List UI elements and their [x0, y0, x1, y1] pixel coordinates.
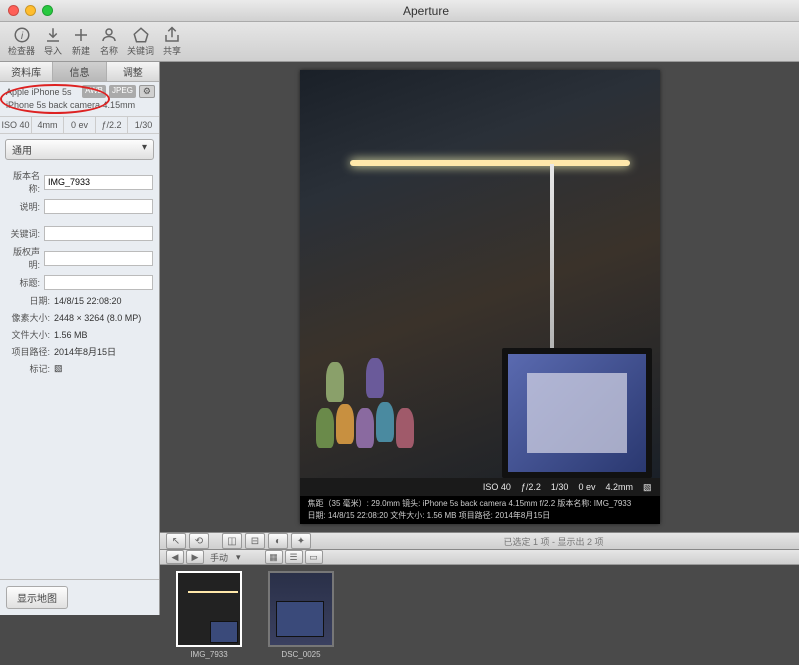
title-input[interactable] — [44, 275, 153, 290]
keywords-button[interactable]: 关键词 — [127, 26, 154, 57]
view-filmstrip-icon[interactable]: ▭ — [305, 550, 323, 564]
field-label: 像素大小: — [6, 311, 54, 324]
new-button[interactable]: 新建 — [71, 26, 91, 57]
caption-input[interactable] — [44, 199, 153, 214]
close-window-button[interactable] — [8, 5, 19, 16]
name-button[interactable]: 名称 — [99, 26, 119, 57]
overlay-focal: 4.2mm — [605, 482, 633, 492]
nav-prev-icon[interactable]: ◀ — [166, 550, 184, 564]
tab-adjust[interactable]: 调整 — [107, 62, 159, 81]
filesize-value: 1.56 MB — [54, 330, 153, 340]
badges-value: ▧ — [54, 363, 153, 374]
exif-ev: 0 ev — [64, 117, 96, 133]
straighten-tool-icon[interactable]: ◫ — [222, 533, 242, 549]
image-viewer[interactable]: ISO 40 ƒ/2.2 1/30 0 ev 4.2mm ▧ 焦距（35 毫米）… — [160, 62, 799, 532]
badge-icon: ▧ — [643, 482, 652, 493]
toolbar-label: 导入 — [44, 44, 62, 57]
cursor-mode-row: ◀ ▶ 手动 ▾ ▦ ☰ ▭ — [160, 550, 799, 565]
awb-badge: AWB — [82, 85, 106, 98]
selection-status: 已选定 1 项 - 显示出 2 项 — [314, 535, 793, 548]
field-label: 标记: — [6, 362, 54, 375]
field-label: 版本名称: — [6, 169, 44, 195]
date-value: 14/8/15 22:08:20 — [54, 296, 153, 306]
titlebar: Aperture — [0, 0, 799, 22]
import-button[interactable]: 导入 — [43, 26, 63, 57]
share-button[interactable]: 共享 — [162, 26, 182, 57]
overlay-ev: 0 ev — [578, 482, 595, 492]
field-label: 关键词: — [6, 227, 44, 240]
photo-preview — [300, 70, 660, 478]
inspector-button[interactable]: i 检查器 — [8, 26, 35, 57]
overlay-line2: 日期: 14/8/15 22:08:20 文件大小: 1.56 MB 项目路径:… — [308, 510, 652, 522]
nav-next-icon[interactable]: ▶ — [186, 550, 204, 564]
overlay-iso: ISO 40 — [483, 482, 511, 492]
minimize-window-button[interactable] — [25, 5, 36, 16]
main-toolbar: i 检查器 导入 新建 名称 关键词 共享 — [0, 22, 799, 62]
metadata-fields: 版本名称: 说明: 关键词: 版权声明: 标题: 日期:14/8/15 22:0… — [0, 165, 159, 383]
window-title: Aperture — [53, 4, 799, 18]
exif-summary: ISO 40 4mm 0 ev ƒ/2.2 1/30 — [0, 117, 159, 134]
thumbnail-item[interactable]: DSC_0025 — [262, 571, 340, 659]
exif-overlay-bar: ISO 40 ƒ/2.2 1/30 0 ev 4.2mm ▧ — [300, 478, 660, 496]
cursor-mode-label: 手动 — [210, 551, 228, 564]
exif-aperture: ƒ/2.2 — [96, 117, 128, 133]
version-name-input[interactable] — [44, 175, 153, 190]
keywords-input[interactable] — [44, 226, 153, 241]
toolbar-label: 新建 — [72, 44, 90, 57]
toolbar-label: 关键词 — [127, 44, 154, 57]
overlay-aperture: ƒ/2.2 — [521, 482, 541, 492]
toolbar-label: 共享 — [163, 44, 181, 57]
thumbnail-strip: IMG_7933 DSC_0025 — [160, 565, 799, 665]
field-label: 版权声明: — [6, 245, 44, 271]
field-label: 项目路径: — [6, 345, 54, 358]
field-label: 标题: — [6, 276, 44, 289]
field-label: 说明: — [6, 200, 44, 213]
metadata-preset-popup[interactable]: 通用 ▾ — [5, 139, 154, 160]
cursor-tool-icon[interactable]: ↖ — [166, 533, 186, 549]
viewer-tool-row: ↖ ⟲ ◫ ⊟ ◐ ✦ 已选定 1 项 - 显示出 2 项 — [160, 532, 799, 550]
retouch-tool-icon[interactable]: ✦ — [291, 533, 311, 549]
zoom-window-button[interactable] — [42, 5, 53, 16]
chevron-down-icon[interactable]: ▾ — [236, 552, 241, 563]
redeye-tool-icon[interactable]: ◐ — [268, 533, 288, 549]
overlay-shutter: 1/30 — [551, 482, 569, 492]
format-badge: JPEG — [109, 85, 136, 98]
thumbnail-item[interactable]: IMG_7933 — [170, 571, 248, 659]
toolbar-label: 名称 — [100, 44, 118, 57]
lens-info: iPhone 5s back camera 4.15mm — [6, 99, 153, 112]
view-list-icon[interactable]: ☰ — [285, 550, 303, 564]
exif-shutter: 1/30 — [128, 117, 159, 133]
tab-info[interactable]: 信息 — [53, 62, 106, 81]
copyright-input[interactable] — [44, 251, 153, 266]
dimensions-value: 2448 × 3264 (8.0 MP) — [54, 313, 153, 323]
field-label: 日期: — [6, 294, 54, 307]
toolbar-label: 检查器 — [8, 44, 35, 57]
gear-icon[interactable]: ⚙ — [139, 85, 155, 98]
thumbnail-label: IMG_7933 — [190, 650, 227, 659]
tab-library[interactable]: 资料库 — [0, 62, 53, 81]
camera-info-box: Apple iPhone 5s iPhone 5s back camera 4.… — [0, 82, 159, 117]
thumbnail-label: DSC_0025 — [281, 650, 320, 659]
rotate-tool-icon[interactable]: ⟲ — [189, 533, 209, 549]
exif-focal: 4mm — [32, 117, 64, 133]
chevron-icon: ▾ — [142, 142, 147, 157]
field-label: 文件大小: — [6, 328, 54, 341]
crop-tool-icon[interactable]: ⊟ — [245, 533, 265, 549]
overlay-line1: 焦距（35 毫米）: 29.0mm 镜头: iPhone 5s back cam… — [308, 498, 652, 510]
info-overlay: 焦距（35 毫米）: 29.0mm 镜头: iPhone 5s back cam… — [300, 496, 660, 524]
show-map-button[interactable]: 显示地图 — [6, 586, 68, 609]
project-path-value: 2014年8月15日 — [54, 345, 153, 358]
view-grid-icon[interactable]: ▦ — [265, 550, 283, 564]
inspector-sidebar: 资料库 信息 调整 Apple iPhone 5s iPhone 5s back… — [0, 62, 160, 615]
popup-label: 通用 — [12, 142, 32, 157]
exif-iso: ISO 40 — [0, 117, 32, 133]
svg-text:i: i — [20, 30, 23, 42]
